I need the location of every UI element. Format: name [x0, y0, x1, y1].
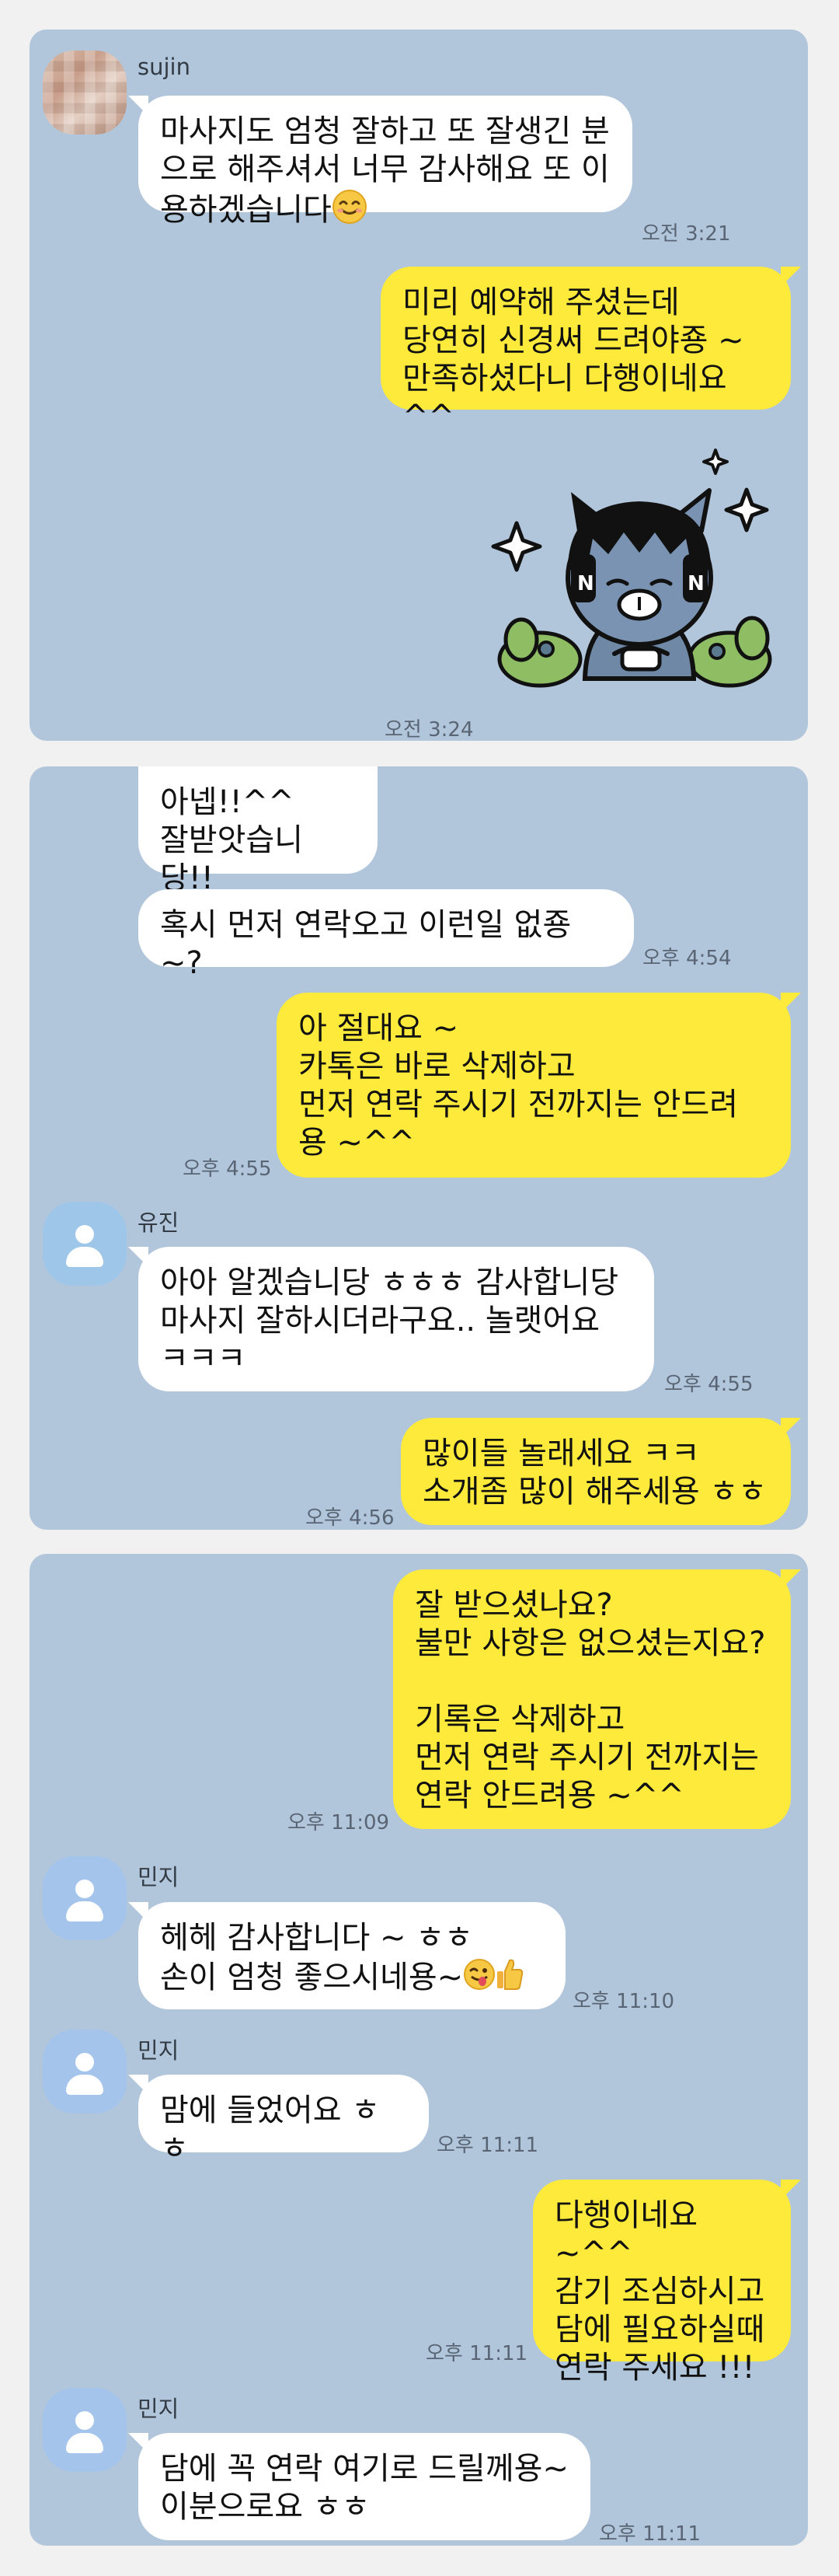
- outgoing-message-bubble[interactable]: 아 절대요 ~ 카톡은 바로 삭제하고 먼저 연락 주시기 전까지는 안드려 용…: [277, 993, 801, 1178]
- default-profile-icon: [75, 1880, 94, 1898]
- message-text: 담에 꼭 연락 여기로 드릴께용~ 이분으로요 ㅎㅎ: [160, 2451, 569, 2525]
- svg-text:N: N: [688, 572, 705, 595]
- message-time: 오후 4:55: [183, 1157, 272, 1181]
- message-time: 오후 11:11: [599, 2522, 701, 2546]
- message-time: 오후 11:10: [573, 1990, 675, 2013]
- default-profile-icon: [75, 1225, 94, 1244]
- message-text: 미리 예약해 주셨는데 당연히 신경써 드려야죵 ~ 만족하셨다니 다행이네요 …: [402, 284, 744, 435]
- incoming-message-bubble[interactable]: 마사지도 엄청 잘하고 또 잘생긴 분 으로 해주셔서 너무 감사해요 또 이 …: [128, 96, 632, 228]
- outgoing-message-bubble[interactable]: 미리 예약해 주셨는데 당연히 신경써 드려야죵 ~ 만족하셨다니 다행이네요 …: [381, 267, 801, 435]
- message-text: 혹시 먼저 연락오고 이런일 없죵~?: [160, 907, 572, 981]
- incoming-message-bubble[interactable]: 혹시 먼저 연락오고 이런일 없죵~?: [138, 889, 634, 981]
- smiling-face-icon: [332, 189, 367, 234]
- outgoing-message-bubble[interactable]: 다행이네요 ~^^ 감기 조심하시고 담에 필요하실때 연락 주세요 !!!: [533, 2180, 801, 2386]
- message-time: 오후 4:54: [642, 947, 732, 970]
- message-time: 오후 11:09: [287, 1811, 390, 1834]
- default-profile-icon: [75, 2411, 94, 2430]
- default-profile-icon: [75, 2053, 94, 2072]
- sticker-time: 오전 3:24: [385, 718, 474, 741]
- message-text: 아 절대요 ~ 카톡은 바로 삭제하고 먼저 연락 주시기 전까지는 안드려 용…: [298, 1011, 739, 1161]
- sender-name: 민지: [138, 1864, 179, 1890]
- message-text: 아넵!!^^ 잘받앗습니당!!: [160, 784, 303, 896]
- outgoing-message-bubble[interactable]: 잘 받으셨나요? 불만 사항은 없으셨는지요? 기록은 삭제하고 먼저 연락 주…: [393, 1569, 801, 1829]
- profile-avatar-minji[interactable]: [43, 2030, 127, 2114]
- svg-text:N: N: [577, 572, 594, 595]
- thumbs-up-icon: [496, 1957, 524, 2001]
- message-time: 오후 4:55: [664, 1373, 754, 1396]
- chat-screenshot-1: sujin 마사지도 엄청 잘하고 또 잘생긴 분 으로 해주셔서 너무 감사해…: [30, 30, 808, 741]
- message-time: 오후 4:56: [305, 1506, 395, 1530]
- message-text: 마사지도 엄청 잘하고 또 잘생긴 분 으로 해주셔서 너무 감사해요 또 이 …: [160, 113, 610, 228]
- incoming-message-bubble[interactable]: 맘에 들었어요 ㅎㅎ: [128, 2075, 429, 2166]
- message-text: 잘 받으셨나요? 불만 사항은 없으셨는지요? 기록은 삭제하고 먼저 연락 주…: [415, 1587, 766, 1813]
- incoming-message-bubble[interactable]: 아아 알겠습니당 ㅎㅎㅎ 감사합니당 마사지 잘하시더라구요.. 놀랫어요 ㅋㅋ…: [128, 1247, 654, 1391]
- incoming-message-bubble[interactable]: 헤헤 감사합니다 ~ ㅎㅎ 손이 엄청 좋으시네용~: [128, 1902, 566, 2009]
- message-time: 오후 11:11: [426, 2342, 528, 2365]
- incoming-message-bubble[interactable]: 담에 꼭 연락 여기로 드릴께용~ 이분으로요 ㅎㅎ: [128, 2433, 590, 2540]
- profile-avatar-yujin[interactable]: [43, 1202, 127, 1286]
- sender-name: 유진: [138, 1209, 179, 1236]
- incoming-message-bubble[interactable]: 아넵!!^^ 잘받앗습니당!!: [138, 766, 378, 896]
- winking-tongue-face-icon: [463, 1958, 496, 2000]
- kakao-neo-sticker-icon[interactable]: N N: [484, 445, 808, 714]
- message-text: 많이들 놀래세요 ㅋㅋ 소개좀 많이 해주세용 ㅎㅎ: [423, 1436, 767, 1510]
- sender-name: sujin: [138, 54, 190, 80]
- chat-screenshot-3: 잘 받으셨나요? 불만 사항은 없으셨는지요? 기록은 삭제하고 먼저 연락 주…: [30, 1554, 808, 2546]
- sender-name: 민지: [138, 2037, 179, 2064]
- profile-avatar-minji[interactable]: [43, 1856, 127, 1940]
- profile-avatar-sujin[interactable]: [43, 51, 127, 134]
- sender-name: 민지: [138, 2396, 179, 2422]
- profile-avatar-minji[interactable]: [43, 2388, 127, 2472]
- message-text: 다행이네요 ~^^ 감기 조심하시고 담에 필요하실때 연락 주세요 !!!: [555, 2197, 765, 2386]
- message-time: 오후 11:11: [437, 2134, 539, 2157]
- message-text: 맘에 들었어요 ㅎㅎ: [160, 2093, 381, 2166]
- message-time: 오전 3:21: [642, 222, 731, 246]
- chat-screenshot-2: 아넵!!^^ 잘받앗습니당!! 혹시 먼저 연락오고 이런일 없죵~? 오후 4…: [30, 766, 808, 1530]
- message-text: 아아 알겠습니당 ㅎㅎㅎ 감사합니당 마사지 잘하시더라구요.. 놀랫어요 ㅋㅋ…: [160, 1265, 619, 1377]
- outgoing-message-bubble[interactable]: 많이들 놀래세요 ㅋㅋ 소개좀 많이 해주세용 ㅎㅎ: [401, 1418, 801, 1525]
- message-text: 헤헤 감사합니다 ~ ㅎㅎ 손이 엄청 좋으시네용~: [160, 1920, 473, 1995]
